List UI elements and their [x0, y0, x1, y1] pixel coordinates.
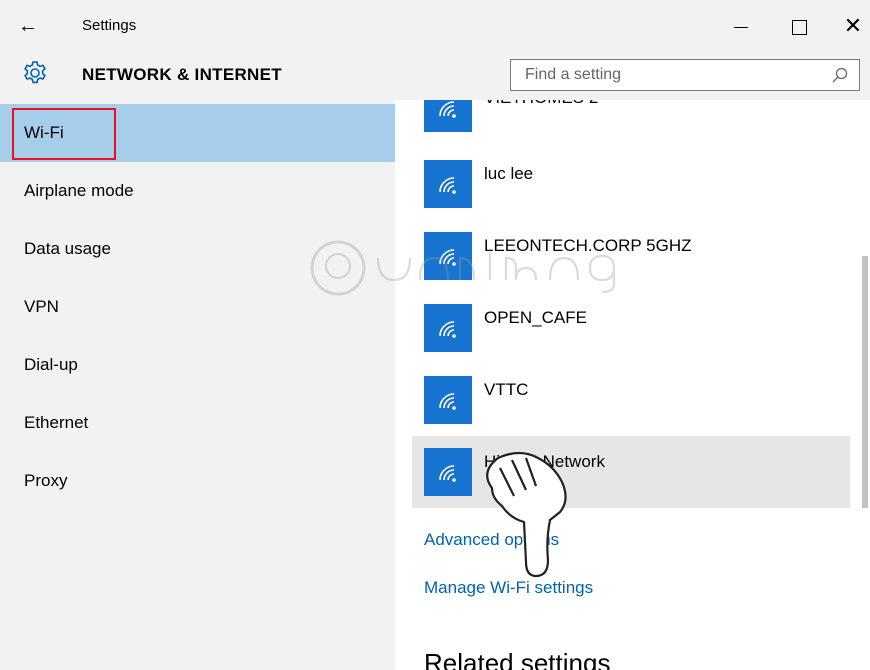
page-header: NETWORK & INTERNET [0, 52, 870, 100]
manage-wifi-settings-link[interactable]: Manage Wi-Fi settings [424, 578, 593, 598]
sidebar-item-ethernet[interactable]: Ethernet [0, 394, 395, 452]
network-item[interactable]: luc lee [412, 148, 850, 220]
network-item-selected[interactable]: Hidden Network [412, 436, 850, 508]
advanced-options-link[interactable]: Advanced options [424, 530, 559, 550]
network-name: luc lee [484, 164, 534, 183]
network-name: LEEONTECH.CORP 5GHZ [484, 236, 692, 255]
wifi-icon [424, 160, 472, 208]
network-item[interactable]: VIETHOMES 2 [412, 100, 850, 144]
wifi-icon [424, 448, 472, 496]
sidebar-item-label: Data usage [24, 239, 111, 258]
highlight-box [12, 108, 116, 160]
section-title: NETWORK & INTERNET [82, 65, 282, 84]
sidebar-item-vpn[interactable]: VPN [0, 278, 395, 336]
wifi-icon [424, 100, 472, 132]
minimize-icon [734, 26, 748, 28]
maximize-icon [791, 19, 807, 35]
scrollbar[interactable] [862, 256, 868, 508]
sidebar-item-label: Ethernet [24, 413, 89, 432]
network-name: Hidden Network [484, 452, 605, 471]
sidebar-item-proxy[interactable]: Proxy [0, 452, 395, 510]
back-arrow-icon[interactable]: ← [18, 12, 38, 40]
search-box[interactable] [510, 59, 860, 91]
sidebar-item-label: Dial-up [24, 355, 78, 374]
sidebar-item-data-usage[interactable]: Data usage [0, 220, 395, 278]
close-button[interactable]: ✕ [830, 8, 870, 44]
title-bar: ← Settings ✕ [0, 0, 870, 52]
network-item[interactable]: OPEN_CAFE [412, 292, 850, 364]
network-item[interactable]: VTTC [412, 364, 850, 436]
close-icon: ✕ [843, 13, 863, 38]
network-name: VIETHOMES 2 [484, 100, 598, 108]
wifi-icon [424, 304, 472, 352]
network-list: VIETHOMES 2 luc lee LEEONTECH.CORP 5GHZ … [395, 100, 870, 670]
minimize-button[interactable] [718, 8, 764, 44]
sidebar-item-label: Proxy [24, 471, 68, 490]
gear-icon [24, 61, 46, 84]
related-settings-heading: Related settings [424, 648, 611, 670]
network-name: VTTC [484, 380, 529, 399]
network-item[interactable]: LEEONTECH.CORP 5GHZ [412, 220, 850, 292]
wifi-icon [424, 376, 472, 424]
maximize-button[interactable] [776, 8, 822, 44]
wifi-icon [424, 232, 472, 280]
search-icon[interactable] [831, 66, 849, 84]
search-input[interactable] [523, 60, 817, 90]
sidebar-item-label: Airplane mode [24, 181, 134, 200]
sidebar-item-label: VPN [24, 297, 59, 316]
network-name: OPEN_CAFE [484, 308, 587, 327]
sidebar-item-airplane-mode[interactable]: Airplane mode [0, 162, 395, 220]
sidebar: Wi-Fi Airplane mode Data usage VPN Dial-… [0, 100, 395, 670]
window-title: Settings [82, 17, 137, 34]
sidebar-item-dial-up[interactable]: Dial-up [0, 336, 395, 394]
